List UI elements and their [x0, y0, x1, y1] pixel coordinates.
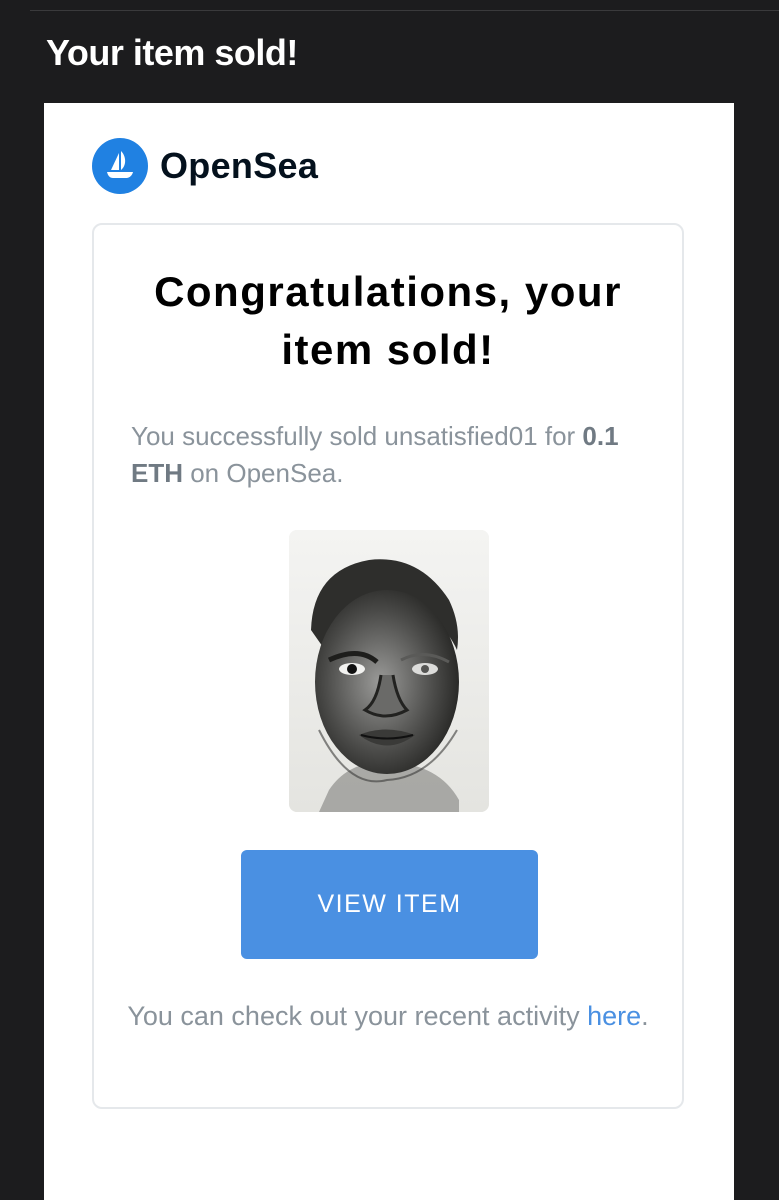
footer-text: You can check out your recent activity — [127, 1001, 588, 1031]
sale-message-prefix: You successfully sold unsatisfied01 for — [131, 421, 583, 451]
item-image[interactable] — [289, 530, 489, 812]
brand-header: OpenSea — [92, 137, 318, 195]
congratulations-headline: Congratulations, your item sold! — [154, 268, 622, 373]
sale-card: Congratulations, your item sold! You suc… — [92, 223, 684, 1109]
sale-message-suffix: on OpenSea. — [183, 458, 344, 488]
recent-activity-link[interactable]: here — [587, 1001, 641, 1031]
header-divider — [30, 10, 779, 11]
recent-activity-note: You can check out your recent activity h… — [114, 997, 662, 1035]
view-item-button[interactable]: VIEW ITEM — [241, 850, 538, 959]
email-body: OpenSea Congratulations, your item sold!… — [44, 103, 734, 1200]
sailboat-icon — [92, 138, 148, 194]
sale-message: You successfully sold unsatisfied01 for … — [131, 418, 651, 492]
brand-name: OpenSea — [160, 145, 319, 186]
footer-period: . — [641, 1001, 649, 1031]
email-subject: Your item sold! — [46, 32, 298, 73]
